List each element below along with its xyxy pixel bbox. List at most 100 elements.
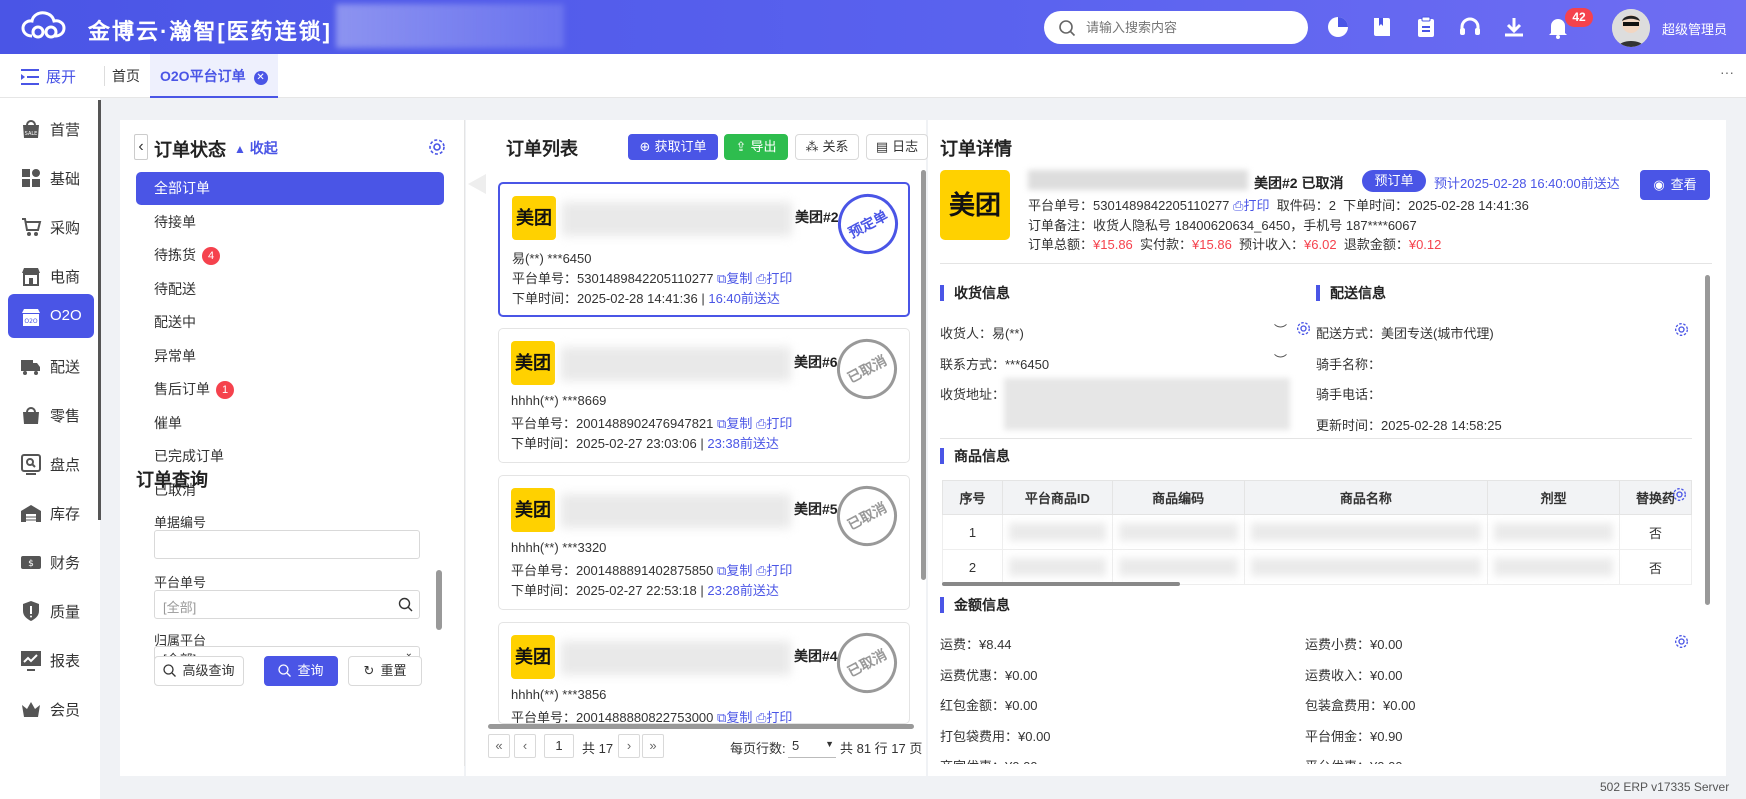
- list-scrollbar[interactable]: [921, 170, 926, 580]
- status-item[interactable]: 待接单: [136, 206, 444, 239]
- sidebar-item-huiyuan[interactable]: 会员: [8, 686, 94, 730]
- print-link[interactable]: ⎙打印: [756, 563, 792, 578]
- query-button[interactable]: 查询: [264, 656, 338, 686]
- download-icon[interactable]: [1502, 15, 1526, 39]
- sidebar-item-zhiliang[interactable]: 质量: [8, 588, 94, 632]
- print-link[interactable]: ⎙打印: [756, 710, 792, 723]
- goods-column-header[interactable]: 商品名称: [1243, 480, 1489, 515]
- search-icon[interactable]: [398, 597, 413, 612]
- status-item[interactable]: 待拣货 4: [136, 239, 444, 272]
- detail-scrollbar[interactable]: [1705, 275, 1710, 605]
- redacted-cell: [1001, 549, 1113, 585]
- sidebar-item-kucun[interactable]: 库存: [8, 490, 94, 534]
- sidebar-item-peisong[interactable]: 配送: [8, 343, 94, 387]
- doc-no-input[interactable]: [154, 530, 420, 559]
- more-tabs-button[interactable]: ···: [1720, 64, 1734, 80]
- redacted-cell: [1487, 549, 1621, 585]
- view-button[interactable]: ◉ 查看: [1640, 170, 1710, 200]
- detail-line1: 平台单号：5301489842205110277 ⎙打印 取件码：2 下单时间：…: [1028, 195, 1529, 214]
- sidebar-item-pandian[interactable]: 盘点: [8, 441, 94, 485]
- username[interactable]: 超级管理员: [1662, 19, 1727, 38]
- order-card[interactable]: 美团 美团#6 已取消 hhhh(**) ***8669 平台单号：2001488902…: [498, 328, 910, 463]
- last-page-button[interactable]: »: [642, 734, 664, 758]
- status-item[interactable]: 全部订单: [136, 172, 444, 205]
- list-pointer: [468, 174, 486, 194]
- eye-closed-icon[interactable]: ︶: [1274, 320, 1287, 339]
- copy-link[interactable]: ⧉复制: [717, 563, 752, 578]
- avatar[interactable]: [1612, 9, 1650, 47]
- page-input[interactable]: 1: [544, 734, 574, 758]
- book-icon[interactable]: [1370, 15, 1394, 39]
- reset-button[interactable]: ↻ 重置: [348, 656, 422, 686]
- search-box[interactable]: [1044, 11, 1308, 44]
- collapse-button[interactable]: ▲ 收起: [234, 138, 278, 158]
- divider: [940, 263, 1712, 264]
- eye-closed-icon[interactable]: ︶: [1274, 350, 1287, 369]
- headset-icon[interactable]: [1458, 15, 1482, 39]
- sidebar-item-caiwu[interactable]: $ 财务: [8, 539, 94, 583]
- copy-link[interactable]: ⧉复制: [717, 271, 752, 286]
- gear-icon[interactable]: [1674, 634, 1689, 649]
- status-item[interactable]: 配送中: [136, 306, 444, 339]
- sidebar-scrollbar[interactable]: [98, 100, 101, 520]
- sidebar-item-caigou[interactable]: 采购: [8, 204, 94, 248]
- goods-column-header[interactable]: 平台商品ID: [1001, 480, 1113, 515]
- rider-phone: 骑手电话：: [1316, 387, 1382, 402]
- copy-link[interactable]: ⧉复制: [717, 710, 752, 723]
- close-icon[interactable]: ✕: [253, 71, 268, 85]
- goods-column-header[interactable]: 序号: [942, 480, 1003, 515]
- print-link[interactable]: ⎙打印: [756, 416, 792, 431]
- copy-link[interactable]: ⧉复制: [717, 416, 752, 431]
- platform-no-input[interactable]: [全部]: [154, 590, 420, 619]
- goods-column-header[interactable]: 剂型: [1487, 480, 1621, 515]
- sidebar-item-dianshang[interactable]: 电商: [8, 253, 94, 297]
- tab-o2o-orders[interactable]: O2O平台订单 ✕: [150, 54, 278, 98]
- redacted-address: [1004, 378, 1290, 430]
- status-item[interactable]: 待配送: [136, 273, 444, 306]
- row-replace: 否: [1619, 514, 1692, 550]
- goods-hscrollbar[interactable]: [942, 582, 1180, 586]
- print-label: 打印: [1243, 198, 1270, 213]
- table-row[interactable]: 2否: [942, 549, 1692, 585]
- status-item[interactable]: 催单: [136, 407, 444, 440]
- search-input[interactable]: [1086, 17, 1296, 38]
- goods-column-header[interactable]: 商品编码: [1111, 480, 1245, 515]
- form-scrollbar[interactable]: [436, 570, 442, 630]
- gear-icon[interactable]: [1674, 322, 1689, 337]
- expand-button[interactable]: 展开: [20, 66, 76, 87]
- order-card[interactable]: 美团 美团#2 预定单 易(**) ***6450 平台单号：5301489842205…: [498, 182, 910, 317]
- relation-button[interactable]: ⁂ 关系: [795, 134, 859, 160]
- page-size-select[interactable]: 5 ▼: [788, 734, 836, 758]
- status-item[interactable]: 售后订单 1: [136, 373, 444, 406]
- redacted-region: [336, 4, 564, 48]
- sidebar-item-baobiao[interactable]: 报表: [8, 637, 94, 681]
- sidebar-item-o2o[interactable]: O2O O2O: [8, 294, 94, 338]
- advanced-query-button[interactable]: 高级查询: [154, 656, 244, 686]
- detail-title: 订单详情: [940, 139, 1012, 159]
- table-row[interactable]: 1否: [942, 514, 1692, 550]
- print-link[interactable]: ⎙打印: [1233, 198, 1269, 213]
- log-button[interactable]: ▤ 日志: [866, 134, 928, 160]
- sidebar-item-shouying[interactable]: SALE 首营: [8, 106, 94, 150]
- gear-icon[interactable]: [1296, 321, 1311, 336]
- list-hscrollbar[interactable]: [488, 724, 914, 729]
- pie-chart-icon[interactable]: [1326, 15, 1350, 39]
- money-item: 运费小费：¥0.00: [1305, 637, 1403, 652]
- next-page-button[interactable]: ›: [618, 734, 640, 758]
- order-card[interactable]: 美团 美团#4 已取消 hhhh(**) ***3856 平台单号：2001488880…: [498, 622, 910, 724]
- order-card[interactable]: 美团 美团#5 已取消 hhhh(**) ***3320 平台单号：2001488891…: [498, 475, 910, 610]
- prev-page-button[interactable]: ‹: [514, 734, 536, 758]
- fetch-orders-button[interactable]: ⊕ 获取订单: [628, 134, 718, 160]
- gear-icon[interactable]: [428, 138, 446, 156]
- tab-home[interactable]: 首页: [112, 54, 140, 98]
- chevron-left-icon[interactable]: ‹: [134, 134, 148, 160]
- sidebar-item-jichu[interactable]: 基础: [8, 155, 94, 199]
- clipboard-icon[interactable]: [1414, 15, 1438, 39]
- export-button[interactable]: ⇪ 导出: [724, 134, 788, 160]
- gear-icon[interactable]: [1672, 487, 1687, 502]
- income-value: ¥6.02: [1304, 237, 1337, 252]
- first-page-button[interactable]: «: [488, 734, 510, 758]
- print-link[interactable]: ⎙打印: [756, 271, 792, 286]
- sidebar-item-lingshou[interactable]: 零售: [8, 392, 94, 436]
- status-item[interactable]: 异常单: [136, 340, 444, 373]
